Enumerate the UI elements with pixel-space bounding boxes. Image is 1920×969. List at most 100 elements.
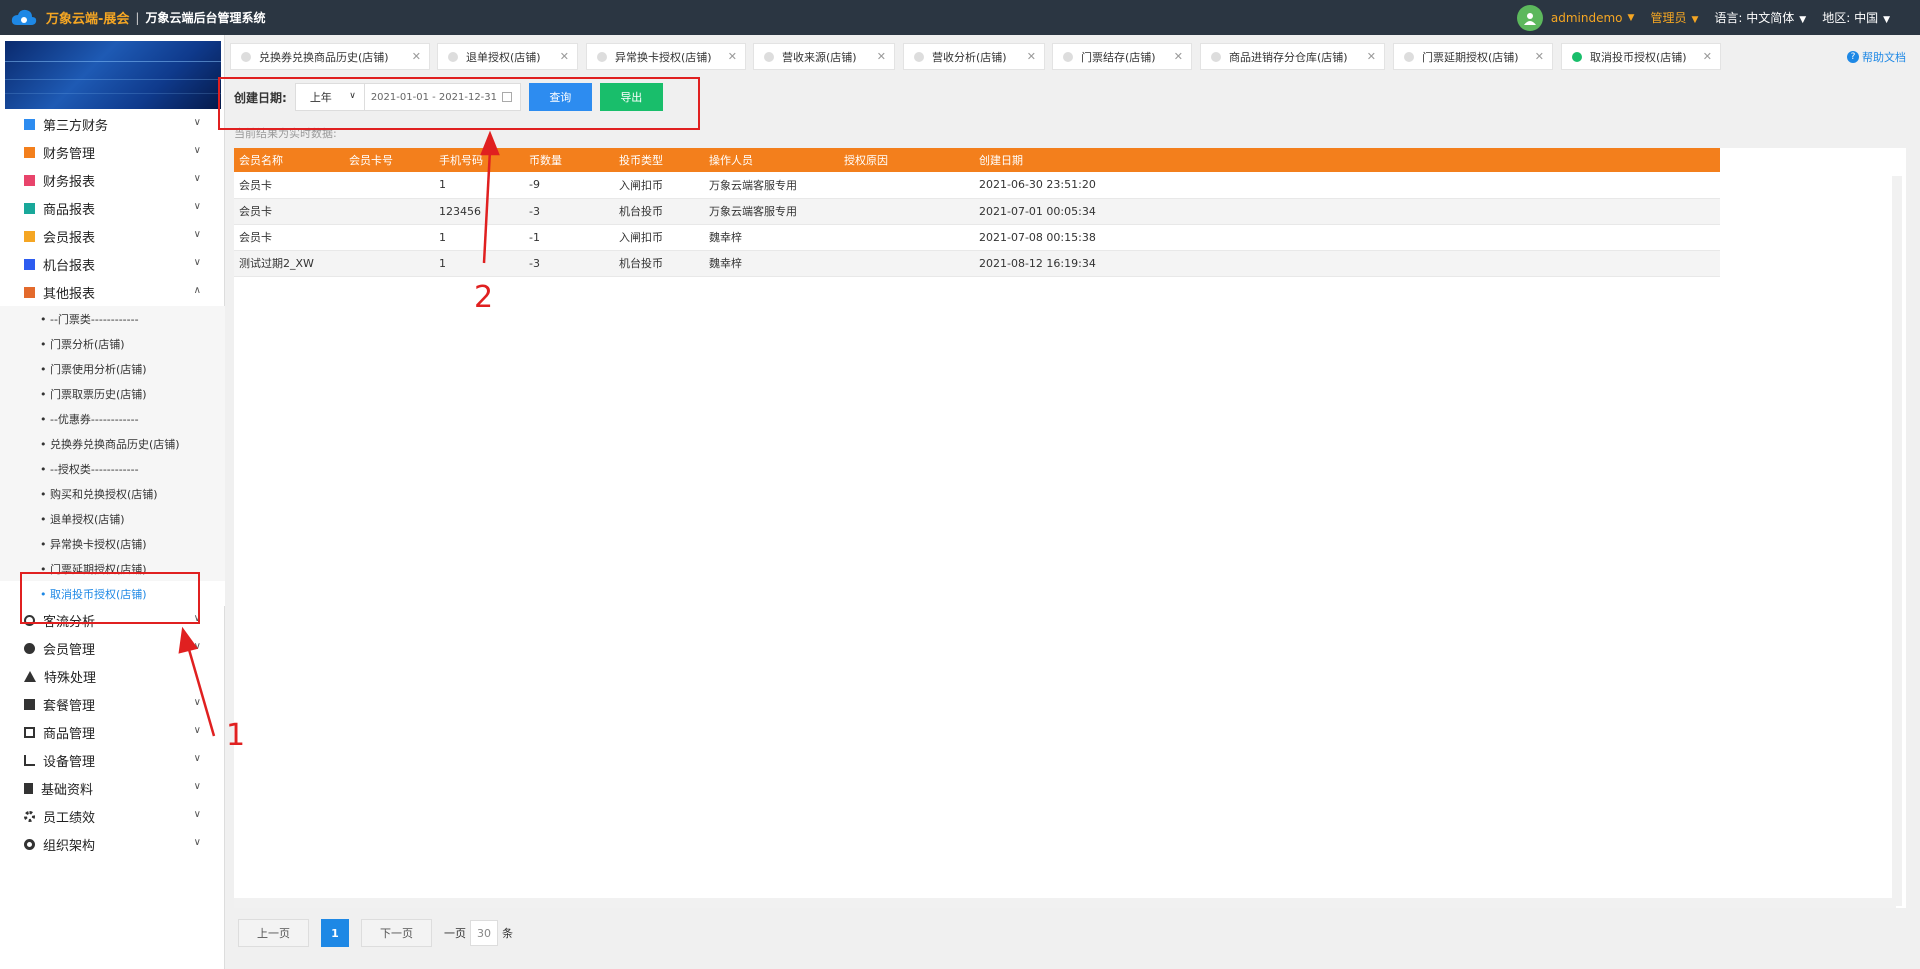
tab-item-active[interactable]: 取消投币授权(店铺) ✕ [1561, 43, 1721, 70]
chevron-down-icon: ▼ [1883, 15, 1890, 25]
sidebar-item-member-management[interactable]: 会员管理 ∨ [0, 634, 225, 662]
prev-page-button[interactable]: 上一页 [238, 919, 309, 947]
submenu-item[interactable]: • 门票分析(店铺) [0, 331, 225, 356]
tab-item[interactable]: 兑换券兑换商品历史(店铺) ✕ [230, 43, 430, 70]
sidebar-item-product-report[interactable]: 商品报表 ∨ [0, 194, 225, 222]
sidebar-item-finance-report[interactable]: 财务报表 ∨ [0, 166, 225, 194]
logo[interactable]: 万象云端-展会 | 万象云端后台管理系统 [10, 8, 265, 28]
close-icon[interactable]: ✕ [1367, 50, 1376, 63]
column-header[interactable]: 会员卡号 [344, 148, 434, 172]
sidebar-item-package-management[interactable]: 套餐管理 ∨ [0, 690, 225, 718]
submenu-item[interactable]: • 兑换券兑换商品历史(店铺) [0, 431, 225, 456]
chevron-down-icon: ∨ [193, 725, 201, 736]
close-icon[interactable]: ✕ [560, 50, 569, 63]
wrench-icon [24, 754, 35, 766]
vertical-scrollbar[interactable] [1892, 176, 1902, 906]
column-header[interactable]: 币数量 [524, 148, 614, 172]
gear-icon [24, 810, 35, 822]
language-menu[interactable]: 语言: 中文简体 ▼ [1714, 9, 1806, 26]
sidebar-item-organization[interactable]: 组织架构 ∨ [0, 830, 225, 858]
page-size-input[interactable]: 30 [470, 920, 498, 946]
annotation-box-filter [218, 77, 700, 130]
table-row[interactable]: 测试过期2_XW 1 -3 机台投币 魏幸梓 2021-08-12 16:19:34 [234, 250, 1720, 276]
table-row[interactable]: 会员卡 1 -1 入闸扣币 魏幸梓 2021-07-08 00:15:38 [234, 224, 1720, 250]
close-icon[interactable]: ✕ [1703, 50, 1712, 63]
language-value: 中文简体 [1746, 11, 1795, 25]
role-menu[interactable]: 管理员 ▼ [1650, 9, 1698, 26]
tab-status-dot [914, 51, 924, 62]
document-icon [24, 118, 35, 130]
annotation-number-1: 1 [226, 718, 246, 753]
tab-item[interactable]: 异常换卡授权(店铺) ✕ [586, 43, 746, 70]
tab-status-dot [1404, 51, 1414, 62]
next-page-button[interactable]: 下一页 [361, 919, 432, 947]
sidebar-item-product-management[interactable]: 商品管理 ∨ [0, 718, 225, 746]
tab-status-dot [597, 51, 607, 62]
main-content: 创建日期: 上年 ∨ 2021-01-01 - 2021-12-31 查询 导出 … [230, 70, 1910, 969]
sidebar-item-device-management[interactable]: 设备管理 ∨ [0, 746, 225, 774]
submenu-item[interactable]: • 退单授权(店铺) [0, 506, 225, 531]
column-header[interactable]: 创建日期 [974, 148, 1720, 172]
tab-item[interactable]: 门票结存(店铺) ✕ [1052, 43, 1192, 70]
close-icon[interactable]: ✕ [1027, 50, 1036, 63]
chart-icon [24, 174, 35, 186]
submenu-other-report: • --门票类------------ • 门票分析(店铺) • 门票使用分析(… [0, 306, 225, 606]
submenu-item: • --授权类------------ [40, 462, 139, 476]
edit-icon [24, 698, 35, 710]
region-menu[interactable]: 地区: 中国 ▼ [1822, 9, 1890, 26]
sidebar-item-third-party-finance[interactable]: 第三方财务 ∨ [0, 110, 225, 138]
close-icon[interactable]: ✕ [1174, 50, 1183, 63]
chevron-down-icon: ∨ [193, 145, 201, 156]
tab-item[interactable]: 商品进销存分仓库(店铺) ✕ [1200, 43, 1385, 70]
tab-item[interactable]: 营收分析(店铺) ✕ [903, 43, 1045, 70]
sidebar-item-machine-report[interactable]: 机台报表 ∨ [0, 250, 225, 278]
role-label: 管理员 [1650, 11, 1687, 25]
chevron-down-icon: ∨ [193, 809, 201, 820]
submenu-item[interactable]: • 门票取票历史(店铺) [0, 381, 225, 406]
table-header-row: 会员名称 会员卡号 手机号码 币数量 投币类型 操作人员 授权原因 创建日期 [234, 148, 1720, 172]
annotation-number-2: 2 [474, 280, 494, 315]
tab-item[interactable]: 退单授权(店铺) ✕ [437, 43, 578, 70]
submenu-item[interactable]: • 门票使用分析(店铺) [0, 356, 225, 381]
close-icon[interactable]: ✕ [877, 50, 886, 63]
region-label: 地区: [1822, 11, 1851, 25]
chevron-down-icon: ▼ [1691, 15, 1699, 25]
page-number-current[interactable]: 1 [321, 919, 349, 947]
sidebar-item-basic-data[interactable]: 基础资料 ∨ [0, 774, 225, 802]
tab-status-dot [448, 51, 458, 62]
column-header[interactable]: 操作人员 [704, 148, 839, 172]
sidebar-item-staff-performance[interactable]: 员工绩效 ∨ [0, 802, 225, 830]
chevron-down-icon: ∨ [193, 117, 201, 128]
document-icon [24, 146, 35, 158]
column-header[interactable]: 会员名称 [234, 148, 344, 172]
page-size: 一页 30 条 [444, 920, 513, 946]
submenu-item[interactable]: • 购买和兑换授权(店铺) [0, 481, 225, 506]
user-menu[interactable]: admindemo ▼ [1516, 4, 1634, 31]
page-size-label: 一页 [444, 927, 466, 940]
close-icon[interactable]: ✕ [412, 50, 421, 63]
sidebar-item-finance-management[interactable]: 财务管理 ∨ [0, 138, 225, 166]
help-docs-link[interactable]: ? 帮助文档 [1847, 49, 1906, 65]
system-title: 万象云端后台管理系统 [145, 11, 266, 25]
sidebar-item-member-report[interactable]: 会员报表 ∨ [0, 222, 225, 250]
table-row[interactable]: 会员卡 1 -9 入闸扣币 万象云端客服专用 2021-06-30 23:51:20 [234, 172, 1720, 198]
chevron-down-icon: ∨ [193, 229, 201, 240]
data-table: 会员名称 会员卡号 手机号码 币数量 投币类型 操作人员 授权原因 创建日期 会… [234, 148, 1720, 277]
tab-item[interactable]: 门票延期授权(店铺) ✕ [1393, 43, 1553, 70]
sidebar-item-other-report[interactable]: 其他报表 ∧ [0, 278, 225, 306]
close-icon[interactable]: ✕ [1535, 50, 1544, 63]
tab-item[interactable]: 营收来源(店铺) ✕ [753, 43, 895, 70]
column-header[interactable]: 授权原因 [839, 148, 974, 172]
horizontal-scrollbar[interactable] [234, 898, 1896, 908]
submenu-item[interactable]: • 异常换卡授权(店铺) [0, 531, 225, 556]
sidebar-item-special-handling[interactable]: 特殊处理 [0, 662, 225, 690]
table-row[interactable]: 会员卡 123456 -3 机台投币 万象云端客服专用 2021-07-01 00:05:… [234, 198, 1720, 224]
close-icon[interactable]: ✕ [728, 50, 737, 63]
column-header[interactable]: 投币类型 [614, 148, 704, 172]
chevron-up-icon: ∧ [193, 285, 201, 296]
org-chart-icon [24, 838, 35, 850]
chevron-down-icon: ∨ [193, 641, 201, 652]
chevron-down-icon: ∨ [193, 753, 201, 764]
column-header[interactable]: 手机号码 [434, 148, 524, 172]
chevron-down-icon: ∨ [193, 173, 201, 184]
